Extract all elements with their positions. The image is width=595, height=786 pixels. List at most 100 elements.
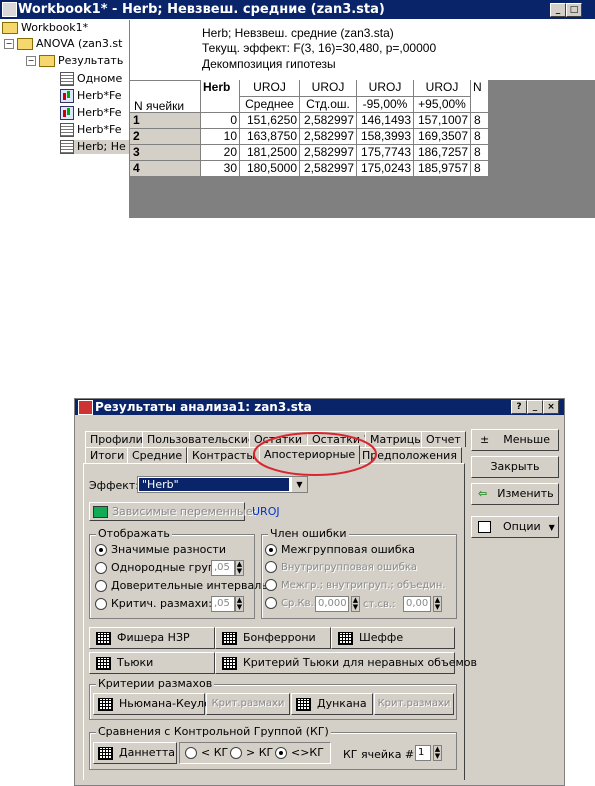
table-cell[interactable]: 2,582997 — [300, 161, 357, 177]
table-cell[interactable]: 2,582997 — [300, 129, 357, 145]
table-cell[interactable]: 169,3507 — [414, 129, 471, 145]
row-header-cell[interactable]: 4 — [130, 161, 201, 177]
tab-custom[interactable]: Пользовательские — [142, 431, 260, 447]
less-button[interactable]: ± Меньше — [471, 429, 559, 451]
row-header-cell[interactable]: 2 — [130, 129, 201, 145]
table-cell[interactable]: 186,7257 — [414, 145, 471, 161]
tree-item-anova[interactable]: − ANOVA (zan3.st — [4, 37, 122, 51]
maximize-button[interactable]: □ — [566, 3, 582, 17]
row-header-cell[interactable]: 1 — [130, 113, 201, 129]
tree-item-workbook[interactable]: Workbook1* — [2, 21, 88, 35]
radio-critical-ranges[interactable]: Критич. размахи: — [95, 597, 212, 611]
tree-item-graph-2[interactable]: Herb*Fe — [60, 106, 122, 120]
table-cell[interactable]: 0 — [201, 113, 240, 129]
tree-item-graph-1[interactable]: Herb*Fe — [60, 89, 122, 103]
minimize-button[interactable]: _ — [550, 3, 566, 17]
scheffe-button[interactable]: Шеффе — [331, 627, 455, 649]
newman-crit-ranges-button[interactable]: Крит.размахи — [206, 693, 290, 715]
dunnett-button[interactable]: Даннетта — [93, 742, 177, 764]
modify-button[interactable]: ⇦ Изменить — [471, 483, 559, 505]
spin-arrows-icon[interactable]: ▲ ▼ — [235, 560, 244, 576]
alpha-homogeneous-input[interactable]: ,05 — [211, 560, 235, 576]
control-cell-input[interactable]: 1 — [415, 745, 431, 761]
table-cell[interactable]: 180,5000 — [240, 161, 300, 177]
collapse-icon[interactable]: − — [26, 56, 36, 66]
table-cell[interactable]: 163,8750 — [240, 129, 300, 145]
tab-report[interactable]: Отчет — [421, 431, 466, 447]
table-cell[interactable]: 146,1493 — [357, 113, 414, 129]
tab-summary[interactable]: Итоги — [85, 447, 130, 463]
table-cell[interactable]: 8 — [471, 145, 489, 161]
tree-item-oneway[interactable]: Одноме — [60, 72, 122, 86]
spin-arrows-icon[interactable]: ▲ ▼ — [235, 596, 244, 612]
radio-confidence-intervals[interactable]: Доверительные интервалы — [95, 579, 270, 593]
spreadsheet-icon — [60, 72, 74, 86]
dialog-titlebar[interactable]: Результаты анализа1: zan3.sta ? _ × — [75, 399, 564, 415]
table-cell[interactable]: 151,6250 — [240, 113, 300, 129]
col-header-bottom[interactable]: Среднее — [240, 97, 300, 113]
radio-circle — [265, 579, 277, 591]
radio-within-error[interactable]: Внутригрупповая ошибка — [265, 561, 417, 575]
fisher-lsd-button[interactable]: Фишера НЗР — [89, 627, 215, 649]
df-input[interactable]: 0,00 — [403, 596, 431, 612]
tab-contrasts[interactable]: Контрасты — [187, 447, 261, 463]
table-cell[interactable]: 2,582997 — [300, 113, 357, 129]
col-header-bottom[interactable]: -95,00% — [357, 97, 414, 113]
table-cell[interactable]: 157,1007 — [414, 113, 471, 129]
chevron-down-icon[interactable]: ▼ — [291, 477, 307, 492]
row-header-cell[interactable]: 3 — [130, 145, 201, 161]
duncan-crit-ranges-button[interactable]: Крит.размахи — [374, 693, 454, 715]
minimize-button[interactable]: _ — [527, 400, 543, 414]
workbook-titlebar[interactable]: Workbook1* - Herb; Невзвеш. средние (zan… — [0, 0, 595, 19]
options-button[interactable]: Опции ▼ — [471, 516, 559, 538]
table-cell[interactable]: 20 — [201, 145, 240, 161]
table-cell[interactable]: 2,582997 — [300, 145, 357, 161]
tree-item-results[interactable]: − Результать — [26, 54, 123, 68]
radio-circle — [265, 561, 277, 573]
table-cell[interactable]: 8 — [471, 129, 489, 145]
collapse-icon[interactable]: − — [4, 39, 14, 49]
radio-user-ms[interactable]: Ср.Кв.: — [265, 597, 317, 611]
alpha-ranges-input[interactable]: ,05 — [211, 596, 235, 612]
radio-pooled-error[interactable]: Межгр.; внутригруп.; объедин. — [265, 579, 446, 593]
table-cell[interactable]: 181,2500 — [240, 145, 300, 161]
spin-arrows-icon[interactable]: ▲ ▼ — [433, 745, 442, 761]
col-header-top[interactable]: UROJ — [414, 80, 471, 97]
radio-less-than-control[interactable]: < КГ — [185, 746, 228, 760]
close-dialog-button[interactable]: Закрыть — [471, 456, 559, 478]
radio-not-equal-control[interactable]: <>КГ — [275, 746, 324, 760]
ms-input[interactable]: 0,000 — [315, 596, 349, 612]
spin-arrows-icon[interactable]: ▲ ▼ — [351, 596, 360, 612]
col-header-bottom[interactable]: +95,00% — [414, 97, 471, 113]
col-header-n[interactable]: N — [471, 80, 489, 113]
radio-significant-differences[interactable]: Значимые разности — [95, 543, 226, 557]
duncan-button[interactable]: Дункана — [291, 693, 373, 715]
help-button[interactable]: ? — [511, 400, 527, 414]
dependent-vars-button[interactable]: Зависимые переменные: — [89, 502, 256, 521]
col-header-herb[interactable]: Herb — [201, 80, 240, 113]
tukey-unequal-button[interactable]: Критерий Тьюки для неравных объемов — [215, 652, 477, 674]
table-cell[interactable]: 175,7743 — [357, 145, 414, 161]
tukey-button[interactable]: Тьюки — [89, 652, 215, 674]
bonferroni-button[interactable]: Бонферрони — [215, 627, 331, 649]
newman-keuls-button[interactable]: Ньюмана-Кеулса — [93, 693, 217, 715]
radio-greater-than-control[interactable]: > КГ — [230, 746, 273, 760]
col-header-top[interactable]: UROJ — [240, 80, 300, 97]
tree-item-sheet-herbfe[interactable]: Herb*Fe — [60, 123, 122, 137]
table-cell[interactable]: 8 — [471, 161, 489, 177]
table-cell[interactable]: 30 — [201, 161, 240, 177]
col-header-top[interactable]: UROJ — [300, 80, 357, 97]
tab-means[interactable]: Средние — [127, 447, 188, 463]
table-cell[interactable]: 158,3993 — [357, 129, 414, 145]
table-cell[interactable]: 8 — [471, 113, 489, 129]
table-cell[interactable]: 175,0243 — [357, 161, 414, 177]
col-header-bottom[interactable]: Стд.ош. — [300, 97, 357, 113]
tree-item-sheet-herb-selected[interactable]: Herb; He — [60, 140, 129, 154]
table-cell[interactable]: 10 — [201, 129, 240, 145]
tab-profiles[interactable]: Профили — [85, 431, 148, 447]
radio-between-error[interactable]: Межгрупповая ошибка — [265, 543, 415, 557]
col-header-top[interactable]: UROJ — [357, 80, 414, 97]
close-button[interactable]: × — [543, 400, 559, 414]
spin-arrows-icon[interactable]: ▲ ▼ — [433, 596, 442, 612]
table-cell[interactable]: 185,9757 — [414, 161, 471, 177]
